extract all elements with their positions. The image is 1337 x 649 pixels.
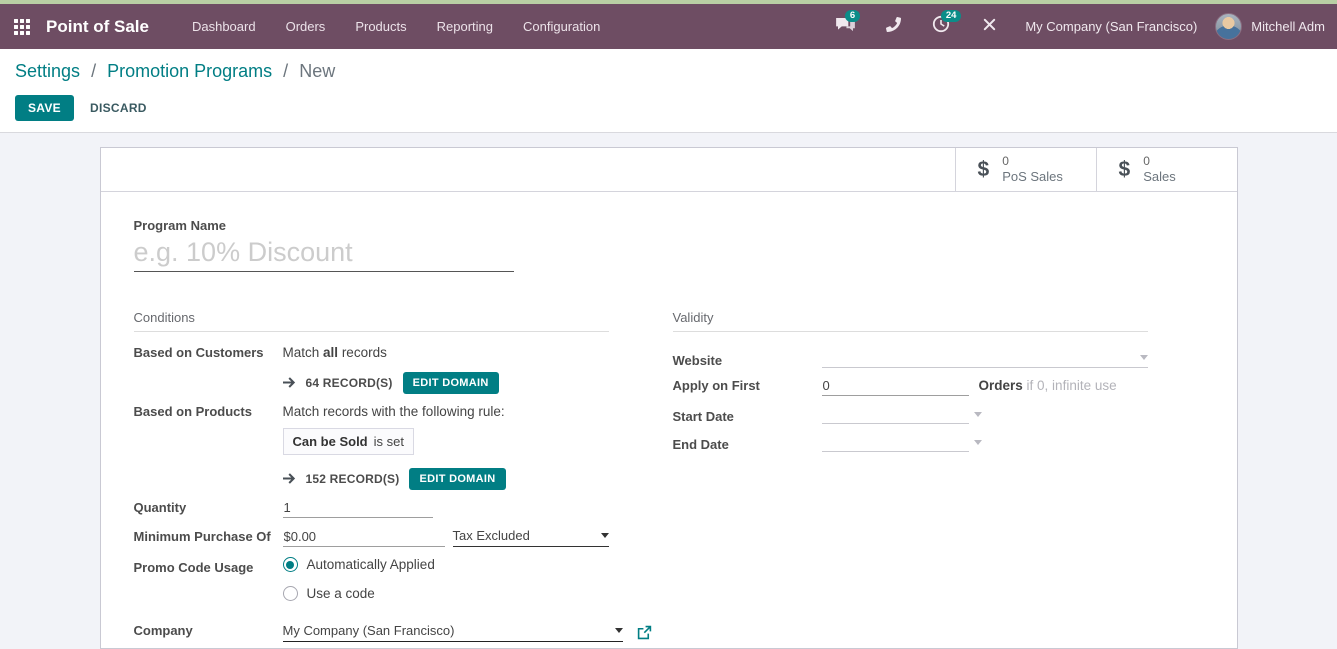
products-records-count: 152 RECORD(S) bbox=[306, 472, 400, 486]
stat-button-sales[interactable]: $ 0 Sales bbox=[1096, 148, 1237, 191]
minimum-purchase-label: Minimum Purchase Of bbox=[134, 529, 283, 544]
menu-products[interactable]: Products bbox=[340, 4, 421, 49]
activities-button[interactable]: 24 bbox=[930, 16, 952, 38]
breadcrumb: Settings / Promotion Programs / New bbox=[15, 61, 1322, 82]
quantity-label: Quantity bbox=[134, 500, 283, 515]
customers-records-button[interactable]: 64 RECORD(S) bbox=[283, 376, 393, 391]
stat-label: Sales bbox=[1143, 169, 1176, 185]
menu-orders[interactable]: Orders bbox=[271, 4, 341, 49]
company-select[interactable]: My Company (San Francisco) bbox=[283, 623, 623, 642]
stat-label: PoS Sales bbox=[1002, 169, 1063, 185]
apply-on-first-input[interactable] bbox=[822, 378, 969, 396]
radio-automatically-applied[interactable]: Automatically Applied bbox=[283, 557, 609, 572]
apply-on-first-label: Apply on First bbox=[673, 378, 822, 393]
chevron-down-icon bbox=[1140, 355, 1148, 360]
validity-group: Validity Website Apply on Fir bbox=[673, 310, 1148, 642]
apply-on-first-hint: Orders if 0, infinite use bbox=[979, 378, 1117, 393]
end-date-input[interactable] bbox=[822, 434, 982, 452]
breadcrumb-separator: / bbox=[283, 61, 288, 81]
tools-icon bbox=[982, 17, 997, 37]
messages-badge: 6 bbox=[845, 10, 859, 23]
based-on-customers-label: Based on Customers bbox=[134, 345, 283, 360]
customers-domain-summary: Match all records bbox=[283, 345, 609, 360]
phone-icon bbox=[886, 17, 901, 37]
phone-button[interactable] bbox=[882, 16, 904, 38]
promo-code-usage-label: Promo Code Usage bbox=[134, 560, 283, 575]
chevron-down-icon bbox=[974, 412, 982, 417]
end-date-label: End Date bbox=[673, 437, 822, 452]
form-view: $ 0 PoS Sales $ 0 Sales Program Name bbox=[0, 133, 1337, 649]
breadcrumb-separator: / bbox=[91, 61, 96, 81]
end-date-field[interactable] bbox=[822, 434, 969, 452]
minimum-purchase-input[interactable] bbox=[283, 529, 445, 547]
company-switcher[interactable]: My Company (San Francisco) bbox=[1025, 19, 1197, 34]
customers-edit-domain-button[interactable]: EDIT DOMAIN bbox=[403, 372, 499, 394]
navbar-systray: 6 24 My Company (San Francisco) Mitch bbox=[821, 13, 1325, 40]
rule-field: Can be Sold bbox=[293, 434, 368, 449]
start-date-input[interactable] bbox=[822, 406, 982, 424]
tools-button[interactable] bbox=[978, 16, 1000, 38]
website-select[interactable] bbox=[822, 351, 1148, 368]
dollar-icon: $ bbox=[978, 158, 990, 182]
breadcrumb-current: New bbox=[299, 61, 335, 81]
products-domain-summary: Match records with the following rule: bbox=[283, 404, 609, 419]
conditions-section-title: Conditions bbox=[134, 310, 609, 332]
screen: Point of Sale Dashboard Orders Products … bbox=[0, 0, 1337, 649]
control-panel: Settings / Promotion Programs / New SAVE… bbox=[0, 49, 1337, 133]
rule-operator: is set bbox=[374, 434, 404, 449]
quantity-input[interactable] bbox=[283, 500, 433, 518]
stat-button-bar: $ 0 PoS Sales $ 0 Sales bbox=[101, 148, 1237, 192]
app-name[interactable]: Point of Sale bbox=[46, 17, 149, 37]
validity-section-title: Validity bbox=[673, 310, 1148, 332]
products-domain-rule-chip[interactable]: Can be Sold is set bbox=[283, 428, 414, 455]
dollar-icon: $ bbox=[1119, 158, 1131, 182]
breadcrumb-settings[interactable]: Settings bbox=[15, 61, 80, 81]
radio-checked-icon bbox=[283, 557, 298, 572]
radio-use-a-code[interactable]: Use a code bbox=[283, 586, 609, 601]
chevron-down-icon bbox=[601, 533, 609, 538]
main-navbar: Point of Sale Dashboard Orders Products … bbox=[0, 4, 1337, 49]
apps-menu-icon[interactable] bbox=[14, 19, 30, 35]
control-panel-buttons: SAVE DISCARD bbox=[15, 95, 1322, 121]
user-menu[interactable]: Mitchell Adm bbox=[1251, 19, 1325, 34]
activities-badge: 24 bbox=[941, 10, 961, 23]
program-name-label: Program Name bbox=[134, 218, 1204, 233]
conditions-group: Conditions Based on Customers Match all … bbox=[134, 310, 609, 642]
based-on-products-label: Based on Products bbox=[134, 404, 283, 419]
discard-button[interactable]: DISCARD bbox=[90, 101, 147, 115]
menu-dashboard[interactable]: Dashboard bbox=[177, 4, 271, 49]
tax-mode-value: Tax Excluded bbox=[453, 528, 530, 543]
form-sheet: $ 0 PoS Sales $ 0 Sales Program Name bbox=[100, 147, 1238, 649]
messages-button[interactable]: 6 bbox=[834, 16, 856, 38]
breadcrumb-promotion-programs[interactable]: Promotion Programs bbox=[107, 61, 272, 81]
chevron-down-icon bbox=[974, 440, 982, 445]
products-records-button[interactable]: 152 RECORD(S) bbox=[283, 472, 400, 487]
arrow-right-icon bbox=[283, 472, 297, 487]
program-name-input[interactable] bbox=[134, 237, 514, 272]
stat-value: 0 bbox=[1143, 154, 1176, 169]
company-label: Company bbox=[134, 623, 283, 638]
stat-button-pos-sales[interactable]: $ 0 PoS Sales bbox=[955, 148, 1096, 191]
menu-reporting[interactable]: Reporting bbox=[422, 4, 508, 49]
arrow-right-icon bbox=[283, 376, 297, 391]
customers-records-count: 64 RECORD(S) bbox=[306, 376, 393, 390]
stat-value: 0 bbox=[1002, 154, 1063, 169]
start-date-field[interactable] bbox=[822, 406, 969, 424]
user-avatar[interactable] bbox=[1215, 13, 1242, 40]
company-value: My Company (San Francisco) bbox=[283, 623, 455, 638]
chevron-down-icon bbox=[615, 628, 623, 633]
products-edit-domain-button[interactable]: EDIT DOMAIN bbox=[409, 468, 505, 490]
tax-mode-select[interactable]: Tax Excluded bbox=[453, 528, 609, 547]
menu-configuration[interactable]: Configuration bbox=[508, 4, 615, 49]
save-button[interactable]: SAVE bbox=[15, 95, 74, 121]
external-link-icon[interactable] bbox=[637, 625, 652, 640]
app-menu: Dashboard Orders Products Reporting Conf… bbox=[177, 4, 615, 49]
website-label: Website bbox=[673, 353, 822, 368]
radio-unchecked-icon bbox=[283, 586, 298, 601]
start-date-label: Start Date bbox=[673, 409, 822, 424]
